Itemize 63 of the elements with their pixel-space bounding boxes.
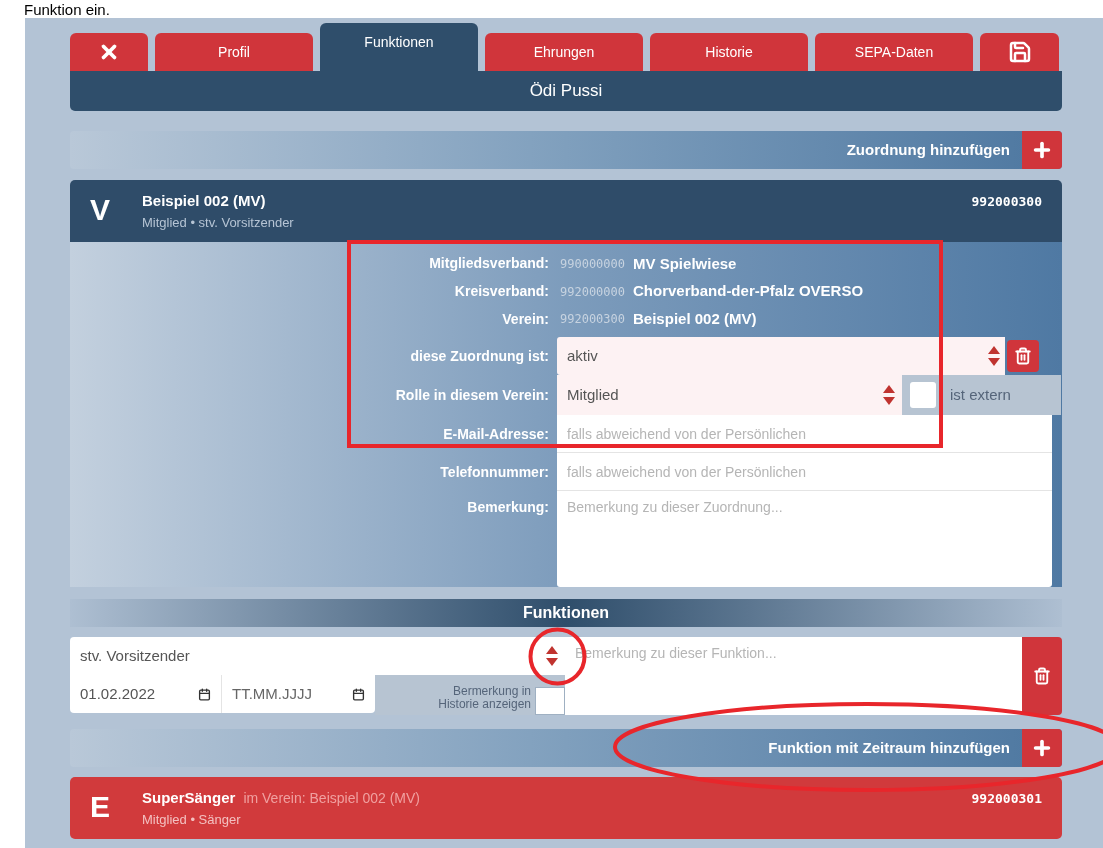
text-field[interactable]: falls abweichend von der Persönlichen bbox=[557, 453, 1052, 491]
history-checkbox[interactable] bbox=[535, 687, 565, 715]
assignment-subtitle: Mitglied • stv. Vorsitzender bbox=[142, 213, 295, 232]
field-label: Mitgliedsverband: bbox=[428, 254, 550, 274]
tab[interactable]: Historie bbox=[650, 33, 808, 71]
field-label: diese Zuordnung ist: bbox=[409, 346, 550, 366]
trash-icon bbox=[1014, 347, 1032, 365]
field-label: Telefonnummer: bbox=[439, 462, 550, 482]
info-code: 992000000 bbox=[559, 283, 627, 301]
tab[interactable]: Ehrungen bbox=[485, 33, 643, 71]
delete-button[interactable] bbox=[1022, 637, 1062, 715]
end-date-field[interactable]: TT.MM.JJJJ bbox=[222, 675, 375, 713]
field-label: E-Mail-Adresse: bbox=[442, 424, 550, 444]
sort-arrows-icon[interactable] bbox=[882, 383, 896, 407]
field-label: Bemerkung: bbox=[466, 498, 550, 517]
calendar-icon bbox=[352, 687, 365, 701]
delete-button[interactable] bbox=[1007, 340, 1039, 372]
assignment-letter: E bbox=[90, 789, 111, 825]
save-button[interactable] bbox=[980, 33, 1059, 71]
role-select[interactable]: Mitglied bbox=[557, 375, 902, 415]
assignment-context: im Verein: Beispiel 002 (MV) bbox=[243, 789, 420, 808]
info-code: 990000000 bbox=[559, 255, 627, 273]
assignment-letter: V bbox=[90, 192, 111, 228]
info-code: 992000300 bbox=[559, 311, 627, 329]
assignment-title: SuperSänger bbox=[142, 788, 236, 808]
assignment-number: 992000300 bbox=[971, 193, 1042, 211]
assignment-subtitle: Mitglied • Sänger bbox=[142, 810, 242, 829]
section-header: Funktionen bbox=[70, 599, 1062, 627]
person-name-bar: Ödi Pussi bbox=[70, 71, 1062, 111]
assignment-number: 992000301 bbox=[971, 790, 1042, 808]
function-select[interactable]: stv. Vorsitzender bbox=[70, 637, 565, 675]
add-label: Funktion mit Zeitraum hinzufügen bbox=[768, 737, 1011, 758]
status-select[interactable]: aktiv bbox=[557, 337, 987, 375]
caption-text: Funktion ein. bbox=[24, 0, 110, 18]
add-assignment-button[interactable] bbox=[1022, 131, 1062, 169]
external-label: ist extern bbox=[950, 384, 1011, 405]
sort-arrows-icon[interactable] bbox=[987, 344, 1001, 368]
sort-arrows-icon[interactable] bbox=[545, 644, 559, 668]
assignment-header[interactable]: E SuperSänger im Verein: Beispiel 002 (MV) Mitglied • Sänger 992000301 bbox=[70, 777, 1062, 839]
field-label: Kreisverband: bbox=[453, 282, 550, 301]
tab[interactable]: Funktionen bbox=[320, 23, 478, 71]
tab[interactable]: Profil bbox=[155, 33, 313, 71]
text-field[interactable]: falls abweichend von der Persönlichen bbox=[557, 415, 1052, 453]
info-value: Beispiel 002 (MV) bbox=[633, 308, 757, 329]
close-button[interactable] bbox=[70, 33, 148, 71]
assignment-header[interactable]: V Beispiel 002 (MV) Mitglied • stv. Vorsitzender 992000300 bbox=[70, 180, 1062, 242]
assignment-title: Beispiel 002 (MV) bbox=[142, 191, 266, 211]
plus-icon bbox=[1031, 139, 1053, 161]
history-label: Bermerkung in Historie anzeigen bbox=[437, 685, 531, 713]
field-label: Rolle in diesem Verein: bbox=[394, 385, 550, 405]
trash-icon bbox=[1033, 667, 1051, 685]
start-date-field[interactable]: 01.02.2022 bbox=[70, 675, 222, 713]
save-icon bbox=[1007, 40, 1032, 64]
info-value: Chorverband-der-Pfalz OVERSO bbox=[633, 281, 864, 302]
add-function-button[interactable] bbox=[1022, 729, 1062, 767]
tab[interactable]: SEPA-Daten bbox=[815, 33, 973, 71]
calendar-icon bbox=[198, 687, 211, 701]
info-value: MV Spielwiese bbox=[633, 253, 737, 274]
field-label: Verein: bbox=[501, 309, 550, 329]
plus-icon bbox=[1031, 737, 1053, 759]
remark-field[interactable]: Bemerkung zu dieser Zuordnung... bbox=[557, 491, 1052, 587]
add-label: Zuordnung hinzufügen bbox=[846, 139, 1011, 160]
external-checkbox[interactable] bbox=[910, 382, 936, 408]
